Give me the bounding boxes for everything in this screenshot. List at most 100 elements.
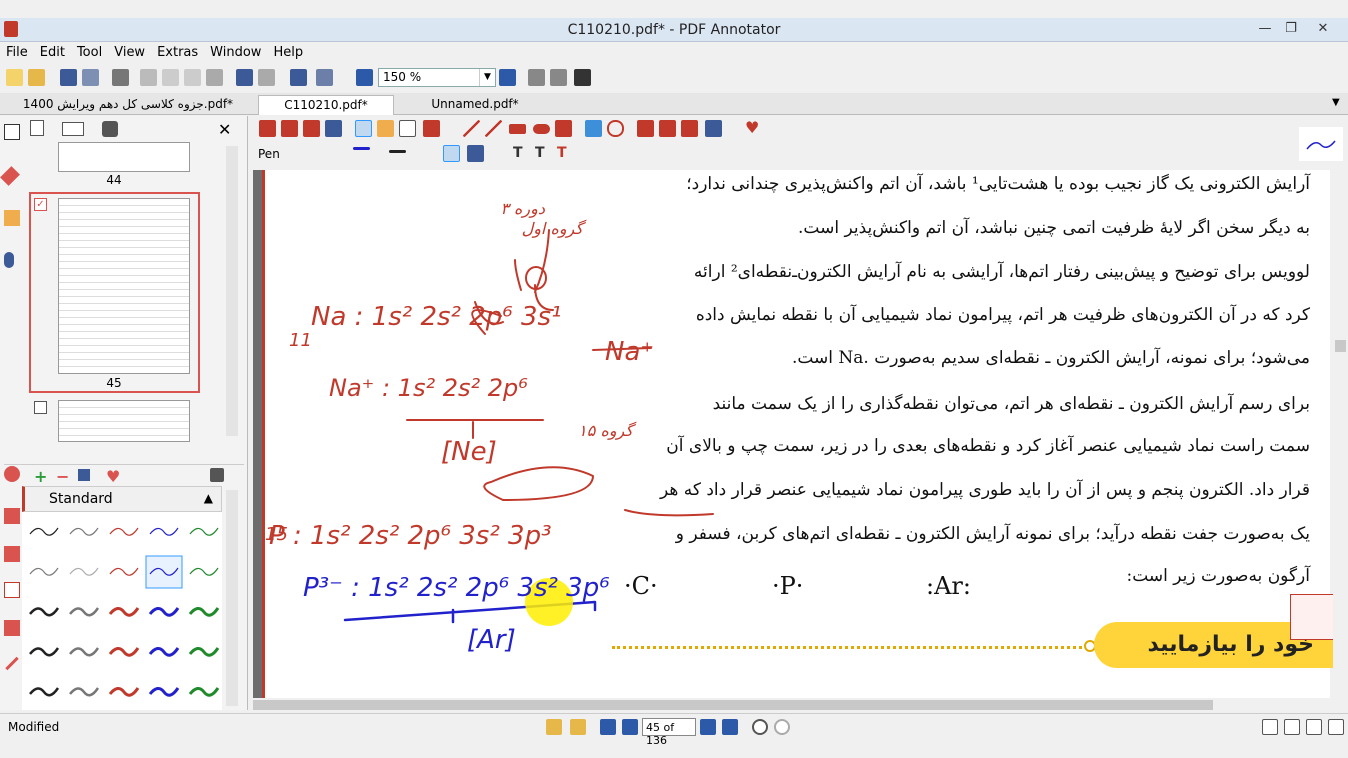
eraser-icon[interactable]: [585, 120, 602, 137]
stamp-tool-icon[interactable]: [423, 120, 440, 137]
chevron-up-icon[interactable]: ▲: [204, 491, 213, 505]
thumbnail-list-icon[interactable]: [62, 122, 84, 136]
open-folder-icon[interactable]: [28, 69, 45, 86]
text-box-icon[interactable]: [4, 582, 20, 598]
pen-swatch[interactable]: [69, 647, 100, 657]
ellipse-tool-icon[interactable]: [533, 124, 550, 134]
redo-icon[interactable]: [258, 69, 275, 86]
insert-image-icon[interactable]: [705, 120, 722, 137]
first-page-icon[interactable]: [600, 719, 616, 735]
arrow-tool-icon[interactable]: [485, 120, 502, 137]
delete-icon[interactable]: [206, 69, 223, 86]
attachment-icon[interactable]: [4, 252, 14, 268]
thumbnail-page-44[interactable]: [58, 142, 190, 172]
save-icon[interactable]: [60, 69, 77, 86]
cut-icon[interactable]: [140, 69, 157, 86]
text-tool-icon[interactable]: [399, 120, 416, 137]
document-view[interactable]: آرایش الکترونی یک گاز نجیب بوده یا هشت‌ت…: [253, 170, 1338, 698]
thumbnail-settings-icon[interactable]: [102, 121, 118, 137]
crop-icon[interactable]: [659, 120, 676, 137]
line-tool-icon[interactable]: [463, 120, 480, 137]
minimize-button[interactable]: —: [1252, 20, 1278, 38]
vertical-scrollbar[interactable]: [1333, 170, 1348, 698]
menu-tool[interactable]: Tool: [71, 43, 108, 60]
two-page-continuous-icon[interactable]: [1328, 719, 1344, 735]
select-arrow-icon[interactable]: [259, 120, 276, 137]
two-page-view-icon[interactable]: [1306, 719, 1322, 735]
smooth-stroke-icon[interactable]: [443, 145, 460, 162]
pen-swatch[interactable]: [148, 607, 180, 617]
edit-pen-icon[interactable]: [78, 469, 90, 481]
remove-pen-icon[interactable]: −: [56, 467, 69, 486]
text-align-icon[interactable]: T: [513, 145, 530, 162]
zoom-in-icon[interactable]: [499, 69, 516, 86]
pen-swatch[interactable]: [188, 607, 220, 617]
pen-swatch[interactable]: [109, 527, 139, 536]
line-width-icon[interactable]: [389, 150, 406, 153]
menu-edit[interactable]: Edit: [34, 43, 71, 60]
pen-color-icon[interactable]: [353, 147, 370, 150]
text-format-icon[interactable]: T: [535, 145, 552, 162]
highlighter-icon[interactable]: [4, 546, 20, 562]
last-page-icon[interactable]: [722, 719, 738, 735]
page-layout-icon[interactable]: [316, 69, 333, 86]
thumbnail-page-46[interactable]: [58, 400, 190, 442]
pen-swatch[interactable]: [109, 567, 139, 576]
next-doc-icon[interactable]: [570, 719, 586, 735]
pen-swatch[interactable]: [29, 527, 59, 536]
forward-icon[interactable]: [774, 719, 790, 735]
pen-swatch[interactable]: [108, 687, 140, 697]
thumbnail-checkbox-45[interactable]: ✓: [34, 198, 47, 211]
camera-icon[interactable]: [637, 120, 654, 137]
pen-swatch[interactable]: [108, 607, 140, 617]
pen-swatch[interactable]: [188, 687, 220, 697]
prev-doc-icon[interactable]: [546, 719, 562, 735]
text-select-icon[interactable]: [281, 120, 298, 137]
highlighter-tool-icon[interactable]: [377, 120, 394, 137]
pen-swatch[interactable]: [29, 687, 60, 697]
menu-extras[interactable]: Extras: [151, 43, 204, 60]
print-icon[interactable]: [112, 69, 129, 86]
hand-icon[interactable]: [303, 120, 320, 137]
full-screen-icon[interactable]: [574, 69, 591, 86]
text-strike-icon[interactable]: T: [557, 145, 574, 162]
back-icon[interactable]: [752, 719, 768, 735]
zoom-tool-icon[interactable]: [325, 120, 342, 137]
thumbnail-checkbox-46[interactable]: [34, 401, 47, 414]
close-panel-icon[interactable]: ✕: [218, 120, 231, 139]
fit-width-icon[interactable]: [528, 69, 545, 86]
pen-group-header[interactable]: Standard ▲: [22, 486, 222, 512]
menu-window[interactable]: Window: [204, 43, 267, 60]
pen-swatch[interactable]: [149, 527, 179, 536]
folder-icon[interactable]: [4, 210, 20, 226]
lasso-icon[interactable]: [607, 120, 624, 137]
close-button[interactable]: ✕: [1310, 20, 1336, 38]
stamp-icon[interactable]: [4, 620, 20, 636]
zoom-out-icon[interactable]: [356, 69, 373, 86]
fit-page-icon[interactable]: [550, 69, 567, 86]
undo-icon[interactable]: [236, 69, 253, 86]
tab-class-notes[interactable]: جزوه کلاسی کل دهم ویرایش 1400.pdf*: [8, 95, 248, 115]
save-as-icon[interactable]: [82, 69, 99, 86]
pen-marker-icon[interactable]: [0, 166, 20, 186]
tab-c110210[interactable]: C110210.pdf*: [258, 95, 394, 115]
page-number-field[interactable]: 45 of 136: [642, 718, 696, 747]
pen-scrollbar[interactable]: [226, 490, 238, 706]
continuous-view-icon[interactable]: [1284, 719, 1300, 735]
thumbnail-page-icon[interactable]: [30, 120, 44, 136]
pen-swatch[interactable]: [188, 647, 220, 657]
pen-swatch[interactable]: [108, 647, 140, 657]
copy-icon[interactable]: [162, 69, 179, 86]
thumbnail-page-45[interactable]: [58, 198, 190, 374]
favorite-icon[interactable]: ♥: [106, 467, 120, 486]
pen-swatch[interactable]: [69, 687, 100, 697]
paste-icon[interactable]: [184, 69, 201, 86]
next-page-icon[interactable]: [700, 719, 716, 735]
menu-file[interactable]: File: [0, 43, 34, 60]
straighten-icon[interactable]: [467, 145, 484, 162]
favorites-heart-icon[interactable]: ♥: [745, 120, 762, 137]
maximize-button[interactable]: ❐: [1278, 20, 1304, 38]
find-icon[interactable]: [290, 69, 307, 86]
page-icon[interactable]: [4, 124, 20, 140]
arrow-icon[interactable]: [5, 656, 19, 671]
